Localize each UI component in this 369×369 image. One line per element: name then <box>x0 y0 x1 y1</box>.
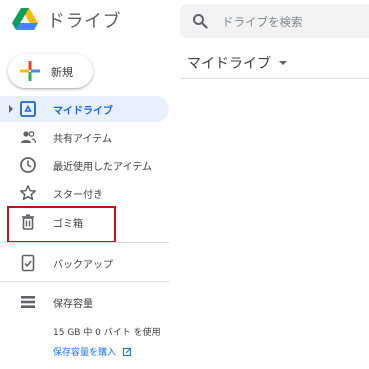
sidebar-item-shared[interactable]: 共有アイテム <box>0 124 169 150</box>
app-title: ドライブ <box>47 11 121 32</box>
buy-storage-label[interactable]: 保存容量を購入 <box>53 348 116 358</box>
backup-icon <box>21 254 35 272</box>
buy-storage-link[interactable]: 保存容量を購入 <box>53 345 131 358</box>
search-icon[interactable] <box>192 13 208 29</box>
google-drive-logo-icon <box>12 8 38 30</box>
plus-icon <box>20 61 40 81</box>
search-input[interactable]: ドライブを検索 <box>222 14 303 30</box>
clock-icon <box>20 157 36 173</box>
sidebar-item-label: スター付き <box>53 190 103 201</box>
sidebar-item-my-drive[interactable]: マイドライブ <box>0 96 169 122</box>
star-icon <box>20 185 36 201</box>
page-title[interactable]: マイドライブ <box>187 56 271 72</box>
my-drive-dropdown[interactable]: マイドライブ <box>187 53 287 73</box>
sidebar-item-label: バックアップ <box>53 260 113 271</box>
search-bar[interactable]: ドライブを検索 <box>180 4 369 38</box>
my-drive-icon <box>20 101 36 117</box>
expand-caret-icon[interactable] <box>9 105 13 113</box>
shared-people-icon <box>21 131 37 144</box>
sidebar-item-storage[interactable]: 保存容量 <box>0 289 169 315</box>
sidebar-item-label: マイドライブ <box>53 106 113 117</box>
storage-icon <box>21 296 35 308</box>
chevron-down-icon[interactable] <box>279 61 287 65</box>
new-button[interactable]: 新規 <box>8 54 93 88</box>
sidebar-item-label: 共有アイテム <box>53 134 112 145</box>
new-button-label: 新規 <box>51 66 73 79</box>
sidebar-item-starred[interactable]: スター付き <box>0 180 169 206</box>
external-link-icon <box>122 348 131 356</box>
sidebar-item-backup[interactable]: バックアップ <box>0 250 169 276</box>
trash-highlight-box <box>7 206 116 243</box>
main-divider <box>180 78 369 79</box>
sidebar-item-recent[interactable]: 最近使用したアイテム <box>0 152 169 178</box>
sidebar-item-label: 保存容量 <box>53 299 93 310</box>
sidebar-divider <box>0 281 169 282</box>
sidebar-divider <box>0 242 169 243</box>
sidebar-item-label: 最近使用したアイテム <box>53 162 152 173</box>
storage-usage-text: 15 GB 中 0 バイト を使用 <box>53 328 161 338</box>
